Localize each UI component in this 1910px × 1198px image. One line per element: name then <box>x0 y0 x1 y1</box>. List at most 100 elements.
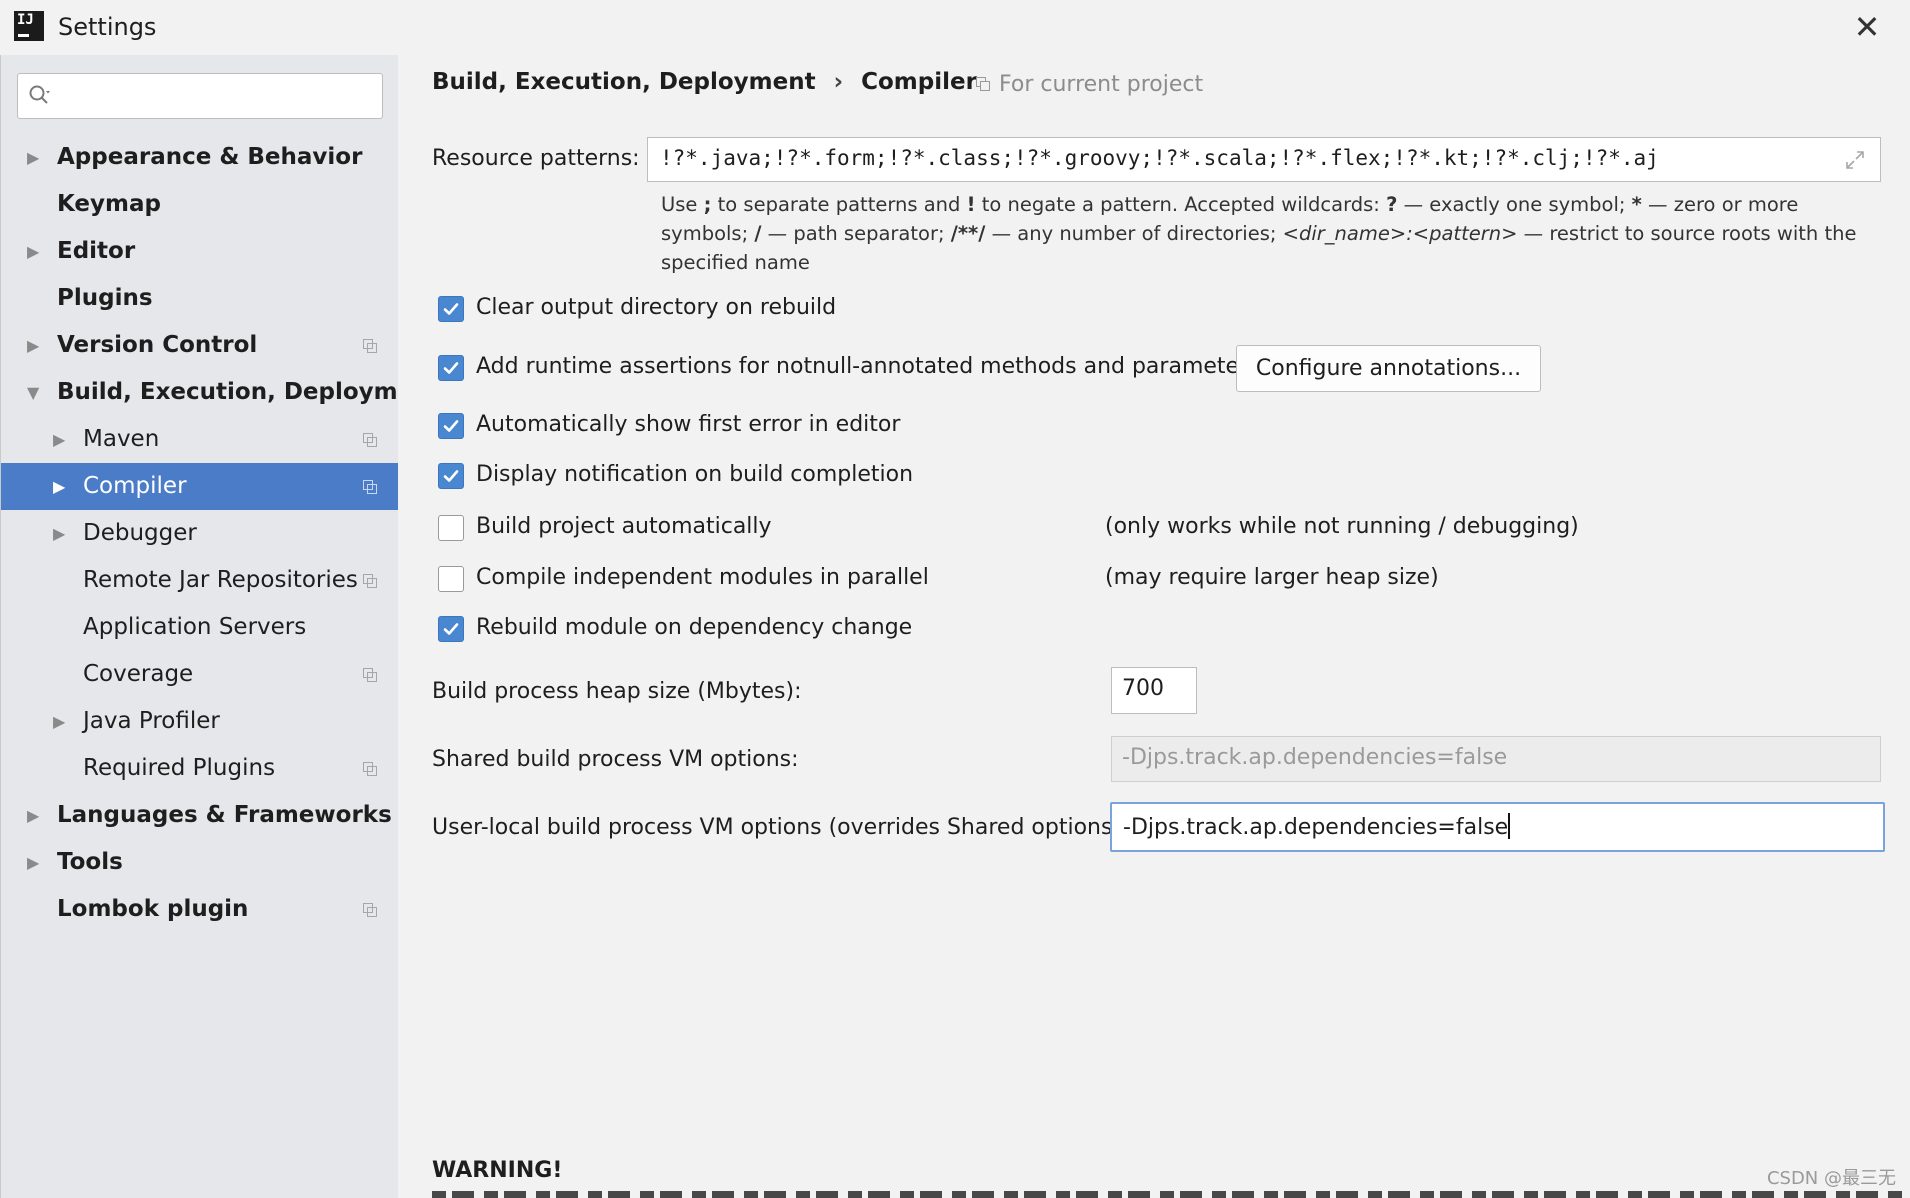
sidebar-item-label: Coverage <box>83 661 194 687</box>
project-scope-icon <box>363 762 377 776</box>
intellij-idea-icon: IJ <box>14 11 44 41</box>
checkmark-icon <box>443 303 459 315</box>
option-label: Clear output directory on rebuild <box>476 295 837 320</box>
checkbox-unchecked[interactable] <box>438 566 464 592</box>
sidebar-item-label: Build, Execution, Deployment <box>57 379 441 405</box>
sidebar-item-label: Appearance & Behavior <box>57 144 363 170</box>
user-local-vm-options-input[interactable]: -Djps.track.ap.dependencies=false <box>1110 802 1885 852</box>
project-scope-icon <box>363 903 377 917</box>
sidebar-item-compiler[interactable]: ▶ Compiler <box>1 463 399 510</box>
scope-note-text: For current project <box>999 72 1204 97</box>
sidebar-item-plugins[interactable]: Plugins <box>1 275 399 322</box>
shared-vm-options-label: Shared build process VM options: <box>432 747 799 772</box>
sidebar-item-editor[interactable]: ▶ Editor <box>1 228 399 275</box>
option-label: Compile independent modules in parallel <box>476 565 929 590</box>
sidebar-item-label: Lombok plugin <box>57 896 249 922</box>
collapsed-arrow-icon[interactable]: ▶ <box>27 792 39 839</box>
settings-sidebar: ▶ Appearance & Behavior Keymap ▶ Editor Plugi… <box>0 55 441 1198</box>
sidebar-item-appearance-behavior[interactable]: ▶ Appearance & Behavior <box>1 134 399 181</box>
sidebar-item-coverage[interactable]: Coverage <box>1 651 399 698</box>
title-bar: IJ Settings ✕ <box>0 0 1910 55</box>
sidebar-item-languages-frameworks[interactable]: ▶ Languages & Frameworks <box>1 792 399 839</box>
user-local-vm-options-value: -Djps.track.ap.dependencies=false <box>1123 815 1509 840</box>
sidebar-item-label: Languages & Frameworks <box>57 802 392 828</box>
collapsed-arrow-icon[interactable]: ▶ <box>53 698 65 745</box>
breadcrumb: Build, Execution, Deployment › Compiler <box>432 69 977 95</box>
search-icon <box>29 85 50 104</box>
sidebar-item-lombok-plugin[interactable]: Lombok plugin <box>1 886 399 933</box>
project-scope-icon <box>363 339 377 353</box>
sidebar-item-label: Application Servers <box>83 614 307 640</box>
sidebar-item-debugger[interactable]: ▶ Debugger <box>1 510 399 557</box>
collapsed-arrow-icon[interactable]: ▶ <box>27 322 39 369</box>
compiler-settings-panel: Build, Execution, Deployment › Compiler Fo… <box>398 55 1910 1198</box>
sidebar-item-keymap[interactable]: Keymap <box>1 181 399 228</box>
sidebar-item-label: Keymap <box>57 191 161 217</box>
configure-annotations-button[interactable]: Configure annotations... <box>1236 345 1541 392</box>
collapsed-arrow-icon[interactable]: ▶ <box>53 510 65 557</box>
option-label: Automatically show first error in editor <box>476 412 901 437</box>
sidebar-item-label: Maven <box>83 426 160 452</box>
breadcrumb-separator: › <box>833 69 844 95</box>
breadcrumb-parent[interactable]: Build, Execution, Deployment <box>432 69 816 95</box>
resource-patterns-hint: Use ; to separate patterns and ! to nega… <box>661 193 1857 274</box>
option-label: Add runtime assertions for notnull-annot… <box>476 354 1260 379</box>
checkbox-unchecked[interactable] <box>438 515 464 541</box>
sidebar-item-maven[interactable]: ▶ Maven <box>1 416 399 463</box>
sidebar-item-label: Version Control <box>57 332 258 358</box>
checkbox-checked[interactable] <box>438 413 464 439</box>
resource-patterns-label: Resource patterns: <box>432 146 640 171</box>
watermark: CSDN @最三无 <box>1766 1168 1896 1189</box>
option-note: (only works while not running / debuggin… <box>1105 514 1579 539</box>
window-title: Settings <box>58 13 157 41</box>
resource-patterns-value: !?*.java;!?*.form;!?*.class;!?*.groovy;!… <box>660 146 1659 170</box>
collapsed-arrow-icon[interactable]: ▶ <box>27 839 39 886</box>
sidebar-item-label: Required Plugins <box>83 755 276 781</box>
user-local-vm-options-label: User-local build process VM options (ove… <box>432 815 1129 840</box>
heap-size-label: Build process heap size (Mbytes): <box>432 679 802 704</box>
sidebar-item-tools[interactable]: ▶ Tools <box>1 839 399 886</box>
project-scope-icon <box>363 574 377 588</box>
project-scope-icon <box>363 668 377 682</box>
project-scope-icon <box>363 480 377 494</box>
settings-search-input[interactable] <box>17 73 383 119</box>
collapsed-arrow-icon[interactable]: ▶ <box>53 463 65 510</box>
option-label: Build project automatically <box>476 514 772 539</box>
sidebar-item-application-servers[interactable]: Application Servers <box>1 604 399 651</box>
sidebar-item-label: Debugger <box>83 520 197 546</box>
checkbox-checked[interactable] <box>438 355 464 381</box>
scope-note: For current project <box>975 72 1203 97</box>
expand-icon[interactable] <box>1844 149 1866 171</box>
checkbox-checked[interactable] <box>438 616 464 642</box>
expanded-arrow-icon[interactable]: ▼ <box>27 369 39 416</box>
checkbox-checked[interactable] <box>438 463 464 489</box>
project-scope-icon <box>363 433 377 447</box>
collapsed-arrow-icon[interactable]: ▶ <box>53 416 65 463</box>
resource-patterns-field[interactable]: !?*.java;!?*.form;!?*.class;!?*.groovy;!… <box>647 137 1881 182</box>
checkmark-icon <box>443 420 459 432</box>
sidebar-item-remote-jar-repositories[interactable]: Remote Jar Repositories <box>1 557 399 604</box>
shared-vm-options-input[interactable]: -Djps.track.ap.dependencies=false <box>1111 736 1881 782</box>
collapsed-arrow-icon[interactable]: ▶ <box>27 134 39 181</box>
sidebar-item-label: Plugins <box>57 285 153 311</box>
checkmark-icon <box>443 470 459 482</box>
checkbox-checked[interactable] <box>438 296 464 322</box>
option-label: Rebuild module on dependency change <box>476 615 913 640</box>
heap-size-input[interactable]: 700 <box>1111 667 1197 714</box>
sidebar-item-version-control[interactable]: ▶ Version Control <box>1 322 399 369</box>
sidebar-item-build-execution-deployment[interactable]: ▼ Build, Execution, Deployment <box>1 369 441 416</box>
sidebar-item-label: Compiler <box>83 473 187 499</box>
settings-tree: ▶ Appearance & Behavior Keymap ▶ Editor Plugi… <box>1 134 441 933</box>
sidebar-item-label: Java Profiler <box>83 708 220 734</box>
breadcrumb-current: Compiler <box>861 69 977 95</box>
checkmark-icon <box>443 623 459 635</box>
sidebar-item-label: Editor <box>57 238 136 264</box>
checkmark-icon <box>443 362 459 374</box>
warning-text-clipped <box>432 1191 1902 1198</box>
sidebar-item-java-profiler[interactable]: ▶ Java Profiler <box>1 698 399 745</box>
collapsed-arrow-icon[interactable]: ▶ <box>27 228 39 275</box>
warning-heading: WARNING! <box>432 1158 563 1183</box>
project-scope-icon <box>976 77 990 91</box>
close-button[interactable]: ✕ <box>1850 10 1884 44</box>
sidebar-item-required-plugins[interactable]: Required Plugins <box>1 745 399 792</box>
